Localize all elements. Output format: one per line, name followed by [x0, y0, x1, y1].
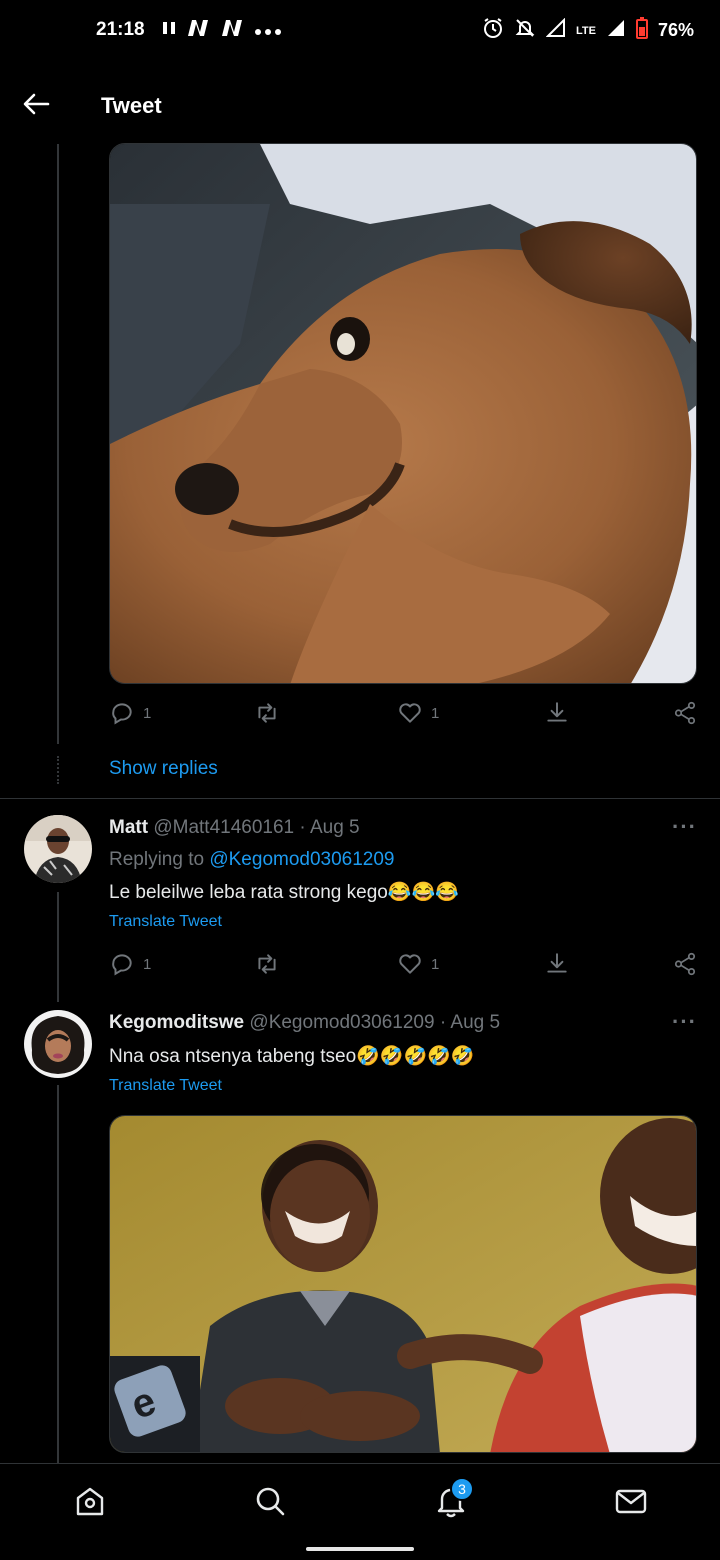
reply-count: 1	[143, 704, 152, 722]
thread-line	[57, 892, 59, 1002]
download-icon	[547, 953, 567, 973]
download-button[interactable]	[544, 700, 570, 726]
app-header: Tweet	[0, 60, 720, 144]
battery-percent: 76%	[657, 20, 694, 40]
search-icon[interactable]	[253, 1484, 287, 1518]
share-button[interactable]	[672, 700, 698, 726]
thread-line	[57, 1085, 59, 1463]
retweet-icon	[258, 954, 276, 974]
share-button[interactable]	[672, 951, 698, 977]
like-count: 1	[431, 704, 440, 722]
netflix-icon	[186, 18, 210, 43]
tweet-actions: 1 1	[109, 700, 699, 730]
heart-icon	[399, 703, 421, 723]
retweet-button[interactable]	[254, 700, 288, 726]
divider	[0, 798, 720, 799]
bottom-navigation: 3	[0, 1463, 720, 1560]
heart-icon	[399, 954, 421, 974]
more-dots-icon	[254, 20, 282, 41]
translate-tweet-link[interactable]: Translate Tweet	[109, 913, 222, 931]
like-count: 1	[431, 955, 440, 973]
share-icon	[674, 701, 696, 725]
like-button[interactable]: 1	[397, 951, 439, 977]
home-indicator	[306, 1547, 414, 1551]
download-button[interactable]	[544, 951, 570, 977]
signal-icon	[606, 18, 626, 43]
two-men-laughing-photo: e	[110, 1116, 696, 1452]
back-arrow-icon[interactable]	[22, 92, 54, 116]
reply-button[interactable]: 1	[109, 951, 151, 977]
author-handle[interactable]: @Kegomod03061209	[249, 1012, 434, 1033]
like-button[interactable]: 1	[397, 700, 439, 726]
more-options-icon[interactable]: ···	[672, 1009, 697, 1035]
alarm-icon	[482, 17, 504, 44]
tweet-date: · Aug 5	[299, 817, 360, 838]
retweet-button[interactable]	[254, 951, 280, 977]
tweet-text: Le beleilwe leba rata strong kego😂😂😂	[109, 882, 459, 903]
status-left-icons	[162, 18, 282, 43]
reply-icon	[112, 703, 132, 725]
author-name[interactable]: Kegomoditswe	[109, 1012, 244, 1033]
author-name[interactable]: Matt	[109, 817, 148, 838]
tweet-author-line: Matt @Matt41460161 · Aug 5	[109, 817, 360, 839]
reply-button[interactable]: 1	[109, 700, 151, 726]
page-title: Tweet	[101, 93, 162, 118]
tweet-text: Nna osa ntsenya tabeng tseo🤣🤣🤣🤣🤣	[109, 1046, 475, 1067]
more-options-icon[interactable]: ···	[672, 814, 697, 840]
avatar[interactable]	[24, 815, 92, 883]
download-icon	[547, 702, 567, 722]
replying-to: Replying to @Kegomod03061209	[109, 849, 395, 871]
tweet-image[interactable]	[109, 143, 697, 684]
avatar-image	[24, 815, 92, 883]
show-replies-link[interactable]: Show replies	[109, 758, 218, 780]
replying-prefix: Replying to	[109, 849, 205, 870]
pause-icon	[162, 20, 176, 41]
tweet-author-line: Kegomoditswe @Kegomod03061209 · Aug 5	[109, 1012, 500, 1034]
author-handle[interactable]: @Matt41460161	[153, 817, 294, 838]
dog-photo	[110, 144, 696, 683]
notification-badge: 3	[450, 1477, 474, 1501]
reply-icon	[112, 954, 132, 976]
tweet-image[interactable]: e	[109, 1115, 697, 1453]
reply-count: 1	[143, 955, 152, 973]
tweet-actions: 1 1	[109, 951, 699, 981]
share-icon	[674, 952, 696, 976]
netflix-icon	[220, 18, 244, 43]
signal-icon	[545, 17, 566, 43]
status-time: 21:18	[96, 19, 145, 40]
battery-icon	[635, 17, 648, 44]
mute-bell-icon	[514, 17, 536, 44]
status-bar: 21:18 LTE 76%	[0, 0, 720, 60]
lte-label: LTE	[576, 24, 596, 37]
translate-tweet-link[interactable]: Translate Tweet	[109, 1077, 222, 1095]
home-icon[interactable]	[73, 1484, 107, 1518]
thread-line-dotted	[57, 756, 59, 784]
mention-link[interactable]: @Kegomod03061209	[209, 849, 394, 870]
avatar[interactable]	[24, 1010, 92, 1078]
messages-envelope-icon[interactable]	[614, 1484, 648, 1518]
retweet-icon	[258, 703, 276, 723]
thread-line	[57, 144, 59, 744]
avatar-image	[24, 1010, 92, 1078]
status-right-icons: LTE 76%	[482, 17, 694, 44]
tweet-date: · Aug 5	[439, 1012, 501, 1033]
